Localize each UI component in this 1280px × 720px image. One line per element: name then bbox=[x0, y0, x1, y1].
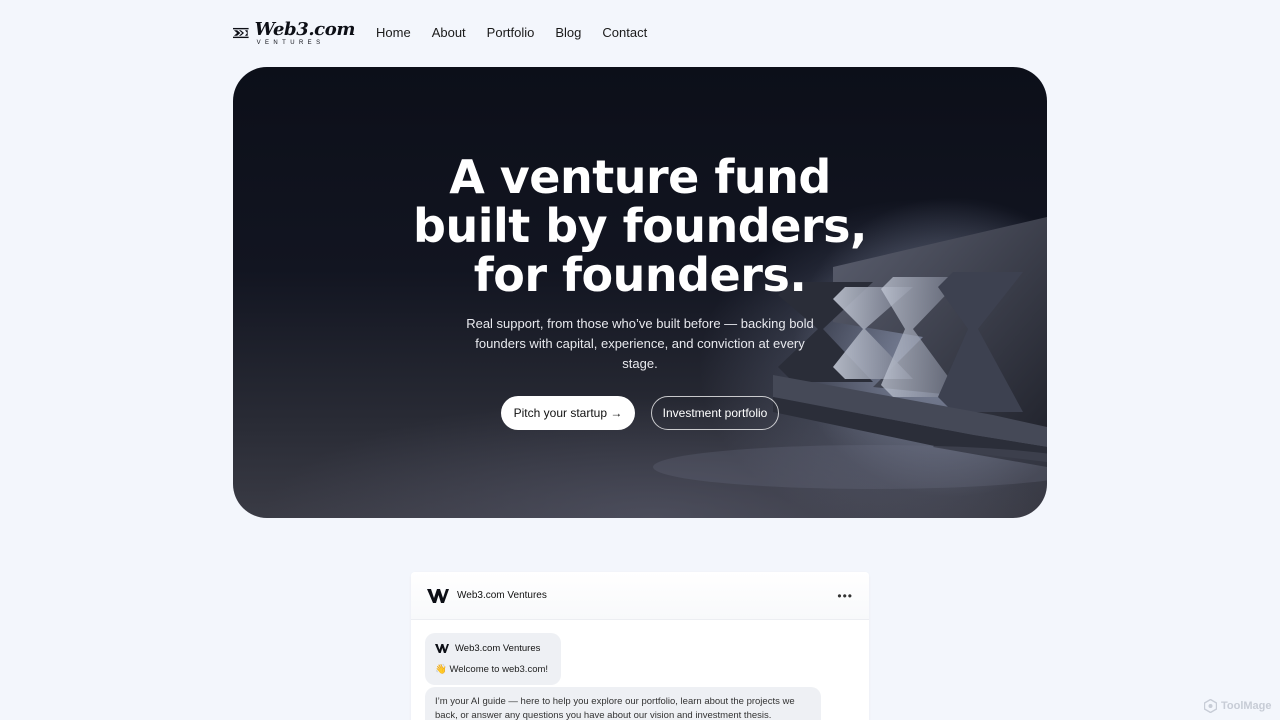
brand-mark-icon bbox=[233, 27, 249, 39]
brand-name: Web3.com bbox=[254, 18, 356, 40]
chat-logo-icon bbox=[427, 588, 449, 603]
hero-title: A venture fund built by founders, for fo… bbox=[413, 150, 867, 302]
main-nav: Home About Portfolio Blog Contact bbox=[376, 18, 668, 48]
nav-item-home[interactable]: Home bbox=[376, 18, 411, 48]
chat-greeting: 👋 Welcome to web3.com! bbox=[435, 664, 549, 675]
pitch-startup-button[interactable]: Pitch your startup → bbox=[501, 396, 635, 430]
watermark: ToolMage bbox=[1204, 699, 1272, 713]
site-header: Web3.com VENTURES Home About Portfolio B… bbox=[233, 18, 668, 48]
chat-header: Web3.com Ventures ••• bbox=[411, 572, 869, 620]
sender-avatar-icon bbox=[435, 644, 449, 653]
brand-logo[interactable]: Web3.com VENTURES bbox=[233, 18, 355, 48]
investment-portfolio-button[interactable]: Investment portfolio bbox=[651, 396, 779, 430]
more-horizontal-icon[interactable]: ••• bbox=[837, 589, 853, 603]
chat-widget: Web3.com Ventures ••• Web3.com Ventures … bbox=[411, 572, 869, 720]
hexagon-icon bbox=[1204, 699, 1217, 713]
nav-item-blog[interactable]: Blog bbox=[555, 18, 581, 48]
nav-item-portfolio[interactable]: Portfolio bbox=[487, 18, 535, 48]
chat-sender-name: Web3.com Ventures bbox=[455, 643, 541, 654]
chat-header-title: Web3.com Ventures bbox=[457, 590, 547, 601]
hero-banner: A venture fund built by founders, for fo… bbox=[233, 67, 1047, 518]
nav-item-about[interactable]: About bbox=[432, 18, 466, 48]
hero-subtitle: Real support, from those who’ve built be… bbox=[466, 316, 814, 371]
watermark-text: ToolMage bbox=[1221, 700, 1272, 712]
chat-message-welcome: Web3.com Ventures 👋 Welcome to web3.com! bbox=[425, 633, 561, 685]
nav-item-contact[interactable]: Contact bbox=[602, 18, 647, 48]
brand-tagline: VENTURES bbox=[256, 39, 325, 46]
chat-message-intro: I’m your AI guide — here to help you exp… bbox=[425, 687, 821, 720]
